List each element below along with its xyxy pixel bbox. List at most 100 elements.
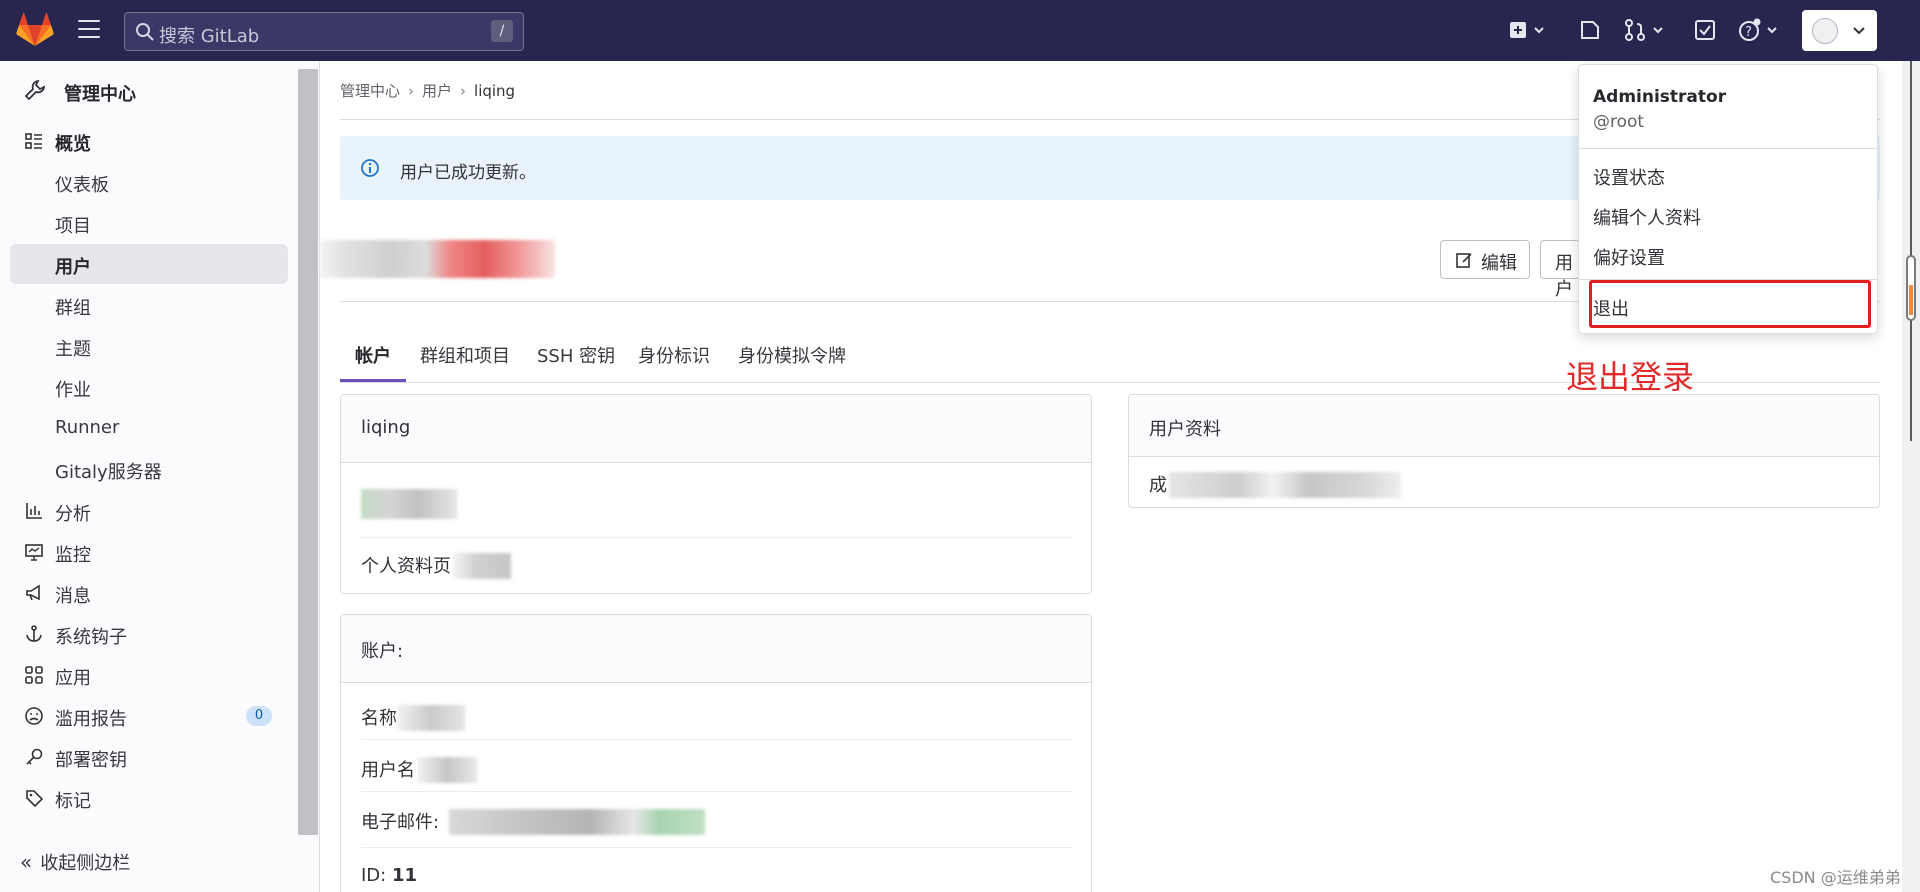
user-info-card-title: 用户资料 <box>1149 419 1221 440</box>
sidebar-item-gitaly[interactable]: Gitaly服务器 <box>10 449 288 489</box>
username-value <box>417 757 477 783</box>
breadcrumb-users[interactable]: 用户 <box>422 82 452 100</box>
sidebar-item-jobs[interactable]: 作业 <box>10 367 288 407</box>
user-action-label: 用户 <box>1555 253 1573 300</box>
admin-sidebar: 管理中心 概览 仪表板 项目 用户 群组 主题 作业 Runner Gitaly… <box>0 61 320 892</box>
sidebar-item-monitoring[interactable]: 监控 <box>10 532 288 572</box>
name-value <box>397 705 465 731</box>
avatar-image <box>361 489 457 519</box>
chevron-down-icon <box>1853 27 1865 35</box>
sidebar-item-label: Runner <box>55 417 120 438</box>
tab-account[interactable]: 帐户 <box>355 342 391 368</box>
edit-button-label: 编辑 <box>1481 253 1517 274</box>
dropdown-username[interactable]: @root <box>1593 112 1644 132</box>
user-info-row-label: 成 <box>1149 475 1167 496</box>
edit-button[interactable]: 编辑 <box>1440 240 1530 279</box>
search-placeholder: 搜索 GitLab <box>159 26 260 47</box>
sidebar-item-users[interactable]: 用户 <box>10 244 288 284</box>
new-item-icon[interactable] <box>1508 18 1548 42</box>
sidebar-item-runner[interactable]: Runner <box>10 408 288 448</box>
tab-groups-projects[interactable]: 群组和项目 <box>420 342 510 368</box>
tab-ssh-keys[interactable]: SSH 密钥 <box>537 342 615 368</box>
set-status-item[interactable]: 设置状态 <box>1593 164 1665 190</box>
email-label: 电子邮件: <box>361 812 440 833</box>
preferences-item[interactable]: 偏好设置 <box>1593 244 1665 270</box>
sidebar-item-deploy-keys[interactable]: 部署密钥 <box>10 737 288 777</box>
sidebar-item-labels[interactable]: 标记 <box>10 778 288 818</box>
edit-icon <box>1456 253 1472 268</box>
breadcrumb-current[interactable]: liqing <box>474 82 515 100</box>
sidebar-item-topics[interactable]: 主题 <box>10 326 288 366</box>
account-card-header: 账户: <box>341 615 1091 683</box>
sidebar-item-label: 消息 <box>55 586 91 607</box>
sidebar-item-dashboard[interactable]: 仪表板 <box>10 162 288 202</box>
apps-icon <box>25 666 43 684</box>
search-icon <box>136 23 154 41</box>
sidebar-item-label: 系统钩子 <box>55 627 127 648</box>
user-dropdown-menu: Administrator @root 设置状态 编辑个人资料 偏好设置 退出 <box>1578 64 1878 334</box>
tab-impersonation-tokens[interactable]: 身份模拟令牌 <box>738 342 846 368</box>
profile-card-title: liqing <box>361 417 411 438</box>
sidebar-item-overview[interactable]: 概览 <box>10 121 288 161</box>
issues-icon[interactable] <box>1578 18 1602 42</box>
page-scrollbar[interactable] <box>1902 61 1920 892</box>
profile-card: liqing 个人资料页 <box>340 394 1092 594</box>
tab-identities[interactable]: 身份标识 <box>638 342 710 368</box>
abuse-count-badge: 0 <box>246 706 272 726</box>
collapse-sidebar-button[interactable]: « 收起侧边栏 <box>20 849 130 875</box>
sidebar-item-label: 项目 <box>55 216 91 237</box>
sidebar-header[interactable]: 管理中心 <box>64 80 136 106</box>
email-value[interactable] <box>449 809 705 835</box>
anchor-icon <box>26 625 42 642</box>
label-icon <box>26 790 44 808</box>
profile-page-label: 个人资料页 <box>361 556 451 577</box>
collapse-sidebar-label: 收起侧边栏 <box>40 853 131 874</box>
megaphone-icon <box>26 584 40 601</box>
svg-text:?: ? <box>1745 25 1752 40</box>
sidebar-item-groups[interactable]: 群组 <box>10 285 288 325</box>
sidebar-item-label: 概览 <box>55 134 91 155</box>
user-menu-button[interactable] <box>1802 10 1877 51</box>
scrollbar-thumb[interactable] <box>1906 255 1916 321</box>
info-icon <box>361 159 379 177</box>
sidebar-item-label: 应用 <box>55 668 91 689</box>
id-label: ID: <box>361 865 387 886</box>
sidebar-item-system-hooks[interactable]: 系统钩子 <box>10 614 288 654</box>
profile-page-link[interactable] <box>453 553 511 579</box>
merge-request-icon[interactable] <box>1623 18 1667 42</box>
watermark: CSDN @运维弟弟 <box>1770 868 1901 887</box>
sidebar-item-abuse-reports[interactable]: 滥用报告 0 <box>10 696 288 736</box>
user-name-heading <box>320 240 555 278</box>
todo-icon[interactable] <box>1693 18 1717 42</box>
chart-icon <box>26 503 42 519</box>
sign-out-highlight-box <box>1589 280 1871 328</box>
top-bar: 搜索 GitLab / ? <box>0 0 1920 61</box>
edit-profile-item[interactable]: 编辑个人资料 <box>1593 204 1701 230</box>
gitlab-logo-icon[interactable] <box>16 12 54 48</box>
double-chevron-left-icon: « <box>20 850 33 874</box>
sidebar-item-messages[interactable]: 消息 <box>10 573 288 613</box>
name-label: 名称 <box>361 708 397 729</box>
sidebar-item-projects[interactable]: 项目 <box>10 203 288 243</box>
user-action-button[interactable]: 用户 <box>1540 240 1580 300</box>
sidebar-item-label: 用户 <box>55 257 91 278</box>
account-card: 账户: 名称 用户名 电子邮件: ID: 11 <box>340 614 1092 892</box>
sidebar-item-analytics[interactable]: 分析 <box>10 491 288 531</box>
sidebar-scrollbar[interactable] <box>298 69 318 835</box>
sidebar-item-label: 监控 <box>55 545 91 566</box>
sidebar-item-label: 滥用报告 <box>55 709 127 730</box>
menu-icon[interactable] <box>78 20 100 40</box>
avatar <box>1812 18 1838 44</box>
username-label: 用户名 <box>361 760 415 781</box>
user-info-value <box>1169 472 1401 498</box>
wrench-icon <box>24 79 46 101</box>
help-icon[interactable]: ? <box>1738 18 1784 42</box>
sidebar-item-label: 分析 <box>55 504 91 525</box>
breadcrumb-admin[interactable]: 管理中心 <box>340 82 400 100</box>
sidebar-item-label: Gitaly服务器 <box>55 462 162 483</box>
id-value: 11 <box>391 865 418 886</box>
sidebar-item-applications[interactable]: 应用 <box>10 655 288 695</box>
dropdown-user-name[interactable]: Administrator <box>1593 87 1726 107</box>
monitor-icon <box>25 544 43 561</box>
search-input[interactable]: 搜索 GitLab / <box>124 12 524 51</box>
